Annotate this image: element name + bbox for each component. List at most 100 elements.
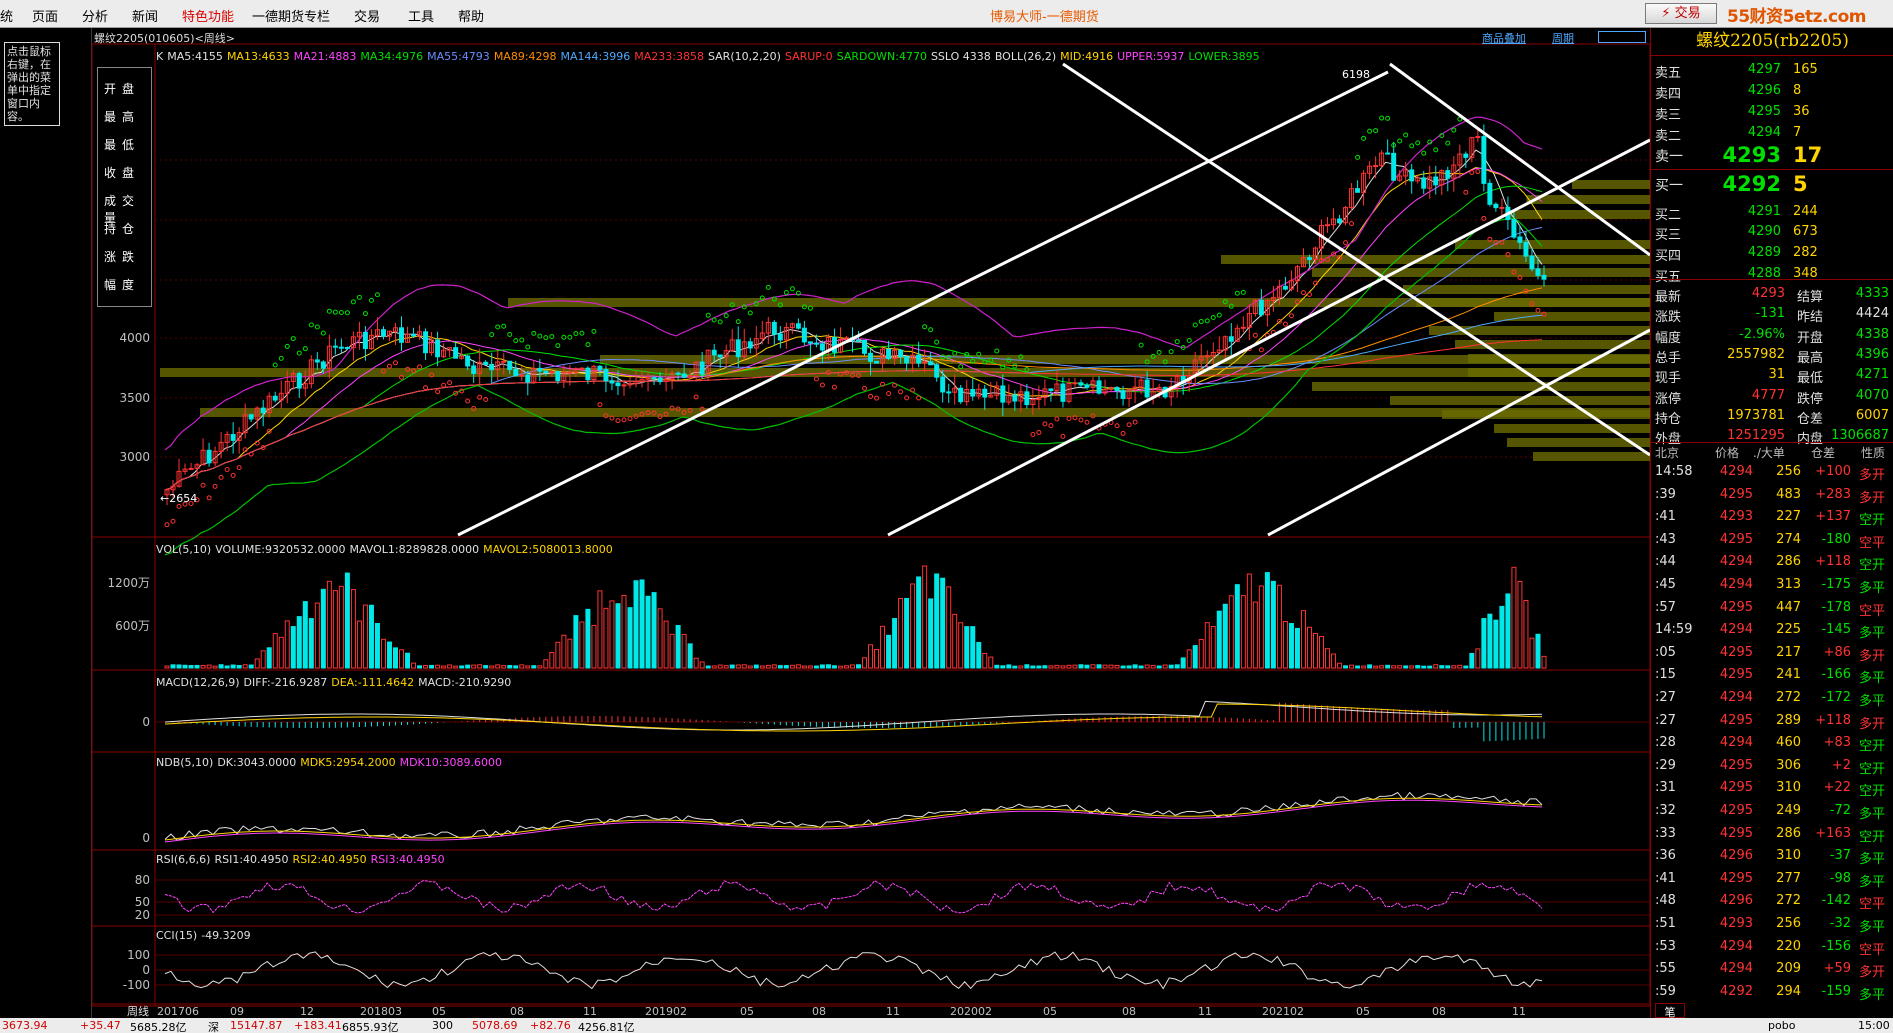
volume-profile-bar bbox=[1533, 452, 1650, 461]
x-axis-label: 202102 bbox=[1262, 1005, 1304, 1018]
legend-item: K bbox=[156, 50, 164, 63]
volume-bar bbox=[284, 620, 290, 669]
volume-bar bbox=[513, 665, 519, 669]
sar-dot bbox=[501, 323, 507, 329]
bid-row[interactable]: 买二 4291 244 bbox=[1655, 204, 1885, 224]
ask-row[interactable]: 卖四 4296 8 bbox=[1655, 83, 1885, 103]
overlay-commodity-link[interactable]: 商品叠加 bbox=[1482, 30, 1526, 46]
candle-body bbox=[886, 348, 892, 359]
volume-bar bbox=[958, 622, 964, 669]
bid-row[interactable]: 买四 4289 282 bbox=[1655, 245, 1885, 265]
candle-body bbox=[1337, 218, 1343, 224]
volume-bar bbox=[320, 588, 326, 669]
candle-body bbox=[272, 395, 278, 401]
volume-bar bbox=[411, 662, 417, 669]
window-buttons[interactable] bbox=[1598, 31, 1646, 43]
volume-bar bbox=[1288, 623, 1294, 669]
volume-bar bbox=[1535, 633, 1541, 669]
ndb-legend: NDB(5,10) DK:3043.0000 MDK5:2954.2000 MDK10… bbox=[156, 756, 506, 769]
legend-item: SARUP:0 bbox=[784, 50, 833, 63]
volume-bar bbox=[200, 664, 206, 669]
sar-dot bbox=[344, 310, 350, 316]
bid-row[interactable]: 买五 4288 348 bbox=[1655, 266, 1885, 286]
volume-bar bbox=[723, 665, 729, 669]
volume-bar bbox=[555, 641, 561, 669]
volume-bar bbox=[1337, 662, 1343, 669]
volume-bar bbox=[1018, 665, 1024, 669]
volume-bar bbox=[1355, 665, 1361, 669]
volume-bar bbox=[1409, 665, 1415, 669]
candle-body bbox=[1511, 219, 1517, 238]
tick-tab[interactable]: 笔 bbox=[1655, 1003, 1685, 1019]
candle-body bbox=[699, 361, 705, 375]
x-axis-label: 05 bbox=[1356, 1005, 1370, 1018]
tick-header-cell: ./大单 bbox=[1753, 446, 1785, 460]
rsi-legend: RSI(6,6,6) RSI1:40.4950 RSI2:40.4950 RSI3:4… bbox=[156, 853, 449, 866]
candle-body bbox=[904, 356, 910, 364]
bid-row[interactable]: 买三 4290 673 bbox=[1655, 224, 1885, 244]
volume-bar bbox=[1168, 664, 1174, 669]
x-axis-label: 11 bbox=[583, 1005, 597, 1018]
volume-bar bbox=[603, 607, 609, 669]
candle-body bbox=[453, 347, 459, 359]
volume-bar bbox=[254, 658, 260, 669]
candle-body bbox=[314, 359, 320, 363]
sar-dot bbox=[1463, 189, 1469, 195]
sar-dot bbox=[1030, 431, 1036, 437]
volume-bar bbox=[988, 656, 994, 669]
candle-body bbox=[862, 339, 868, 354]
sar-dot bbox=[350, 299, 356, 305]
volume-bar bbox=[392, 647, 398, 669]
sar-dot bbox=[579, 330, 585, 336]
tick-row: :53 4294 220 -156 空平 bbox=[1655, 938, 1886, 958]
volume-bar bbox=[1138, 665, 1144, 669]
volume-bar bbox=[813, 665, 819, 669]
bid-row[interactable]: 买一 4292 5 bbox=[1655, 172, 1885, 196]
rsi-tick-label: 80 bbox=[135, 873, 150, 887]
ask-row[interactable]: 卖二 4294 7 bbox=[1655, 125, 1885, 145]
sar-dot bbox=[1186, 338, 1192, 344]
status-item: 深 bbox=[208, 1021, 219, 1033]
sar-dot bbox=[813, 376, 819, 382]
sar-dot bbox=[164, 522, 170, 528]
volume-bar bbox=[1415, 665, 1421, 669]
sar-dot bbox=[862, 385, 868, 391]
volume-bar bbox=[699, 661, 705, 669]
volume-bar bbox=[874, 648, 880, 669]
trade-button[interactable]: ⚡ 交易 bbox=[1645, 3, 1717, 24]
candle-body bbox=[958, 387, 964, 403]
legend-item: MACD(12,26,9) bbox=[156, 676, 240, 689]
candle-body bbox=[657, 377, 663, 383]
volume-bar bbox=[543, 659, 549, 669]
legend-item: -49.3209 bbox=[201, 929, 251, 942]
stat-row: 持仓 1973781 仓差 6007 bbox=[1655, 407, 1889, 427]
tick-row: :45 4294 313 -175 多平 bbox=[1655, 577, 1886, 596]
status-item: +183.41 bbox=[294, 1019, 342, 1032]
ask-row[interactable]: 卖五 4297 165 bbox=[1655, 62, 1885, 82]
sar-dot bbox=[1385, 115, 1391, 121]
volume-bar bbox=[356, 620, 362, 669]
ohlc-label: 开盘 bbox=[104, 82, 141, 96]
x-axis-label: 201902 bbox=[645, 1005, 687, 1018]
sar-dot bbox=[928, 327, 934, 333]
candle-body bbox=[507, 360, 513, 370]
volume-bar bbox=[952, 613, 958, 669]
ask-row[interactable]: 卖三 4295 36 bbox=[1655, 104, 1885, 124]
sar-dot bbox=[326, 308, 332, 314]
volume-bar bbox=[892, 618, 898, 669]
period-link[interactable]: 周期 bbox=[1552, 30, 1574, 46]
volume-bar bbox=[1258, 585, 1264, 669]
cci-tick-label: -100 bbox=[123, 978, 150, 992]
ma-line bbox=[164, 149, 1543, 491]
candle-body bbox=[1000, 385, 1006, 403]
candle-body bbox=[1120, 390, 1126, 399]
sar-dot bbox=[284, 343, 290, 349]
ask-row[interactable]: 卖一 4293 17 bbox=[1655, 143, 1885, 167]
volume-bar bbox=[519, 664, 525, 669]
sar-dot bbox=[489, 332, 495, 338]
stat-row: 最新 4293 结算 4333 bbox=[1655, 286, 1889, 305]
volume-bar bbox=[332, 590, 338, 669]
volume-bar bbox=[206, 664, 212, 669]
candle-body bbox=[831, 336, 837, 353]
tick-row: :57 4295 447 -178 空平 bbox=[1655, 599, 1886, 619]
